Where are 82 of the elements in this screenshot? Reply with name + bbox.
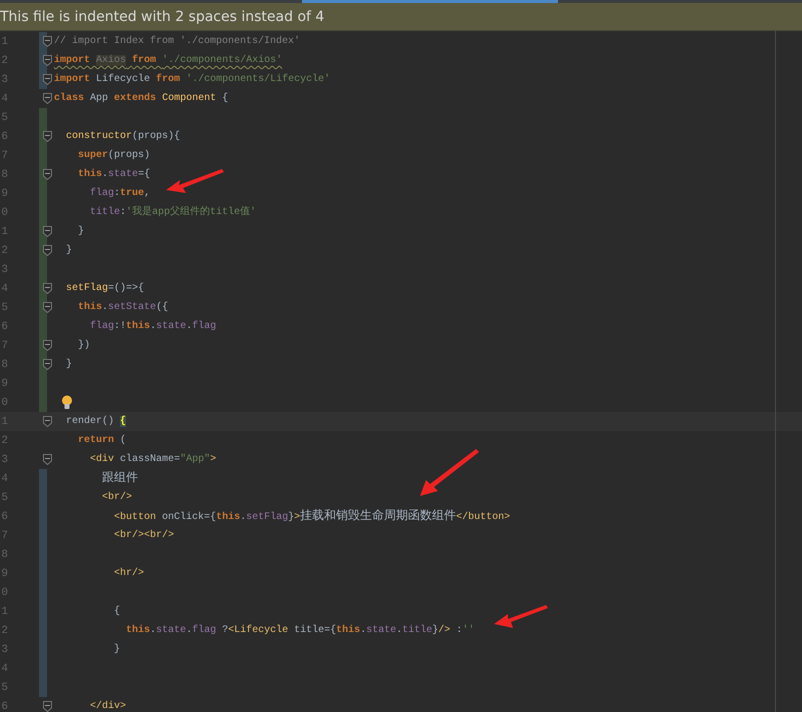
- fold-icon[interactable]: [43, 131, 52, 142]
- fold-icon[interactable]: [43, 93, 52, 104]
- line-number: 7: [0, 530, 8, 542]
- code-line: <hr/>: [113, 566, 144, 581]
- code-line: constructor(props){: [65, 130, 180, 144]
- line-number: 7: [0, 340, 8, 352]
- line-number: 5: [0, 302, 8, 314]
- code-line: }: [77, 224, 84, 239]
- banner-text: This file is indented with 2 spaces instead of 4: [0, 8, 324, 24]
- line-number: 0: [0, 586, 8, 598]
- line-number: 3: [0, 454, 8, 466]
- line-number: 6: [0, 130, 8, 142]
- line-number: 8: [0, 548, 8, 560]
- line-number: 8: [0, 168, 8, 180]
- line-number: 9: [0, 188, 8, 200]
- code-line: import Lifecycle from './components/Lifecycle': [54, 72, 330, 87]
- code-line: this.state.flag ?<Lifecycle title={this.state.title}/> :'': [125, 624, 474, 638]
- fold-icon[interactable]: [43, 416, 52, 427]
- code-line: }: [65, 358, 72, 372]
- code-line: <br/>: [101, 490, 132, 505]
- code-line: import Axios from './components/Axios': [54, 54, 282, 68]
- line-number: 3: [0, 264, 8, 276]
- line-number: 1: [0, 606, 8, 618]
- fold-icon[interactable]: [43, 302, 52, 313]
- fold-icon[interactable]: [43, 701, 52, 712]
- fold-icon[interactable]: [43, 454, 52, 465]
- code-line: }): [77, 338, 90, 353]
- code-line: setFlag=()=>{: [65, 282, 144, 296]
- code-line: flag:true,: [89, 186, 150, 201]
- line-number: 6: [0, 700, 8, 712]
- line-number: 0: [0, 206, 8, 218]
- code-line: super(props): [77, 148, 150, 163]
- code-line: 跟组件: [101, 469, 138, 486]
- annotation-arrow: [166, 169, 224, 193]
- code-line: render() {: [65, 414, 126, 429]
- fold-icon[interactable]: [43, 340, 52, 351]
- code-line: <br/><br/>: [113, 528, 174, 543]
- annotation-arrow: [494, 605, 548, 628]
- code-line: }: [65, 244, 72, 258]
- fold-icon[interactable]: [43, 359, 52, 370]
- fold-icon[interactable]: [43, 283, 52, 294]
- line-number: 8: [0, 358, 8, 370]
- line-number: 1: [0, 36, 8, 48]
- line-number: 5: [0, 492, 8, 504]
- annotation-arrow: [420, 449, 479, 496]
- code-line: title:'我是app父组件的title值': [89, 204, 256, 220]
- line-number: 0: [0, 396, 8, 408]
- line-number: 7: [0, 150, 8, 162]
- line-number: 1: [0, 226, 8, 238]
- code-line: this.setState({: [77, 300, 168, 315]
- line-number: 6: [0, 320, 8, 332]
- code-line: class App extends Component {: [54, 92, 228, 106]
- line-number: 9: [0, 568, 8, 580]
- line-number: 2: [0, 244, 8, 256]
- code-line: </div>: [89, 700, 126, 712]
- line-number: 6: [0, 510, 8, 522]
- line-number: 2: [0, 434, 8, 446]
- code-line: this.state={: [77, 168, 150, 182]
- line-number: 2: [0, 624, 8, 636]
- line-number: 9: [0, 378, 8, 390]
- fold-icon[interactable]: [43, 36, 52, 47]
- line-number: 2: [0, 54, 8, 66]
- line-number: 4: [0, 662, 8, 674]
- code-line: return (: [77, 434, 126, 448]
- lightbulb-icon[interactable]: [61, 395, 73, 410]
- fold-icon[interactable]: [43, 245, 52, 256]
- fold-icon[interactable]: [43, 55, 52, 66]
- line-number: 3: [0, 74, 8, 86]
- code-line: }: [113, 642, 120, 657]
- fold-icon[interactable]: [43, 74, 52, 85]
- line-number: 4: [0, 282, 8, 294]
- fold-icon[interactable]: [43, 169, 52, 180]
- line-number: 5: [0, 682, 8, 694]
- line-number: 4: [0, 472, 8, 484]
- code-line: <div className="App">: [89, 452, 216, 467]
- line-number: 4: [0, 92, 8, 104]
- code-line: {: [113, 604, 120, 619]
- fold-icon[interactable]: [43, 226, 52, 237]
- code-line: // import Index from './components/Index': [54, 34, 300, 49]
- line-number: 5: [0, 112, 8, 124]
- code-line: flag:!this.state.flag: [89, 320, 216, 334]
- line-number: 3: [0, 644, 8, 656]
